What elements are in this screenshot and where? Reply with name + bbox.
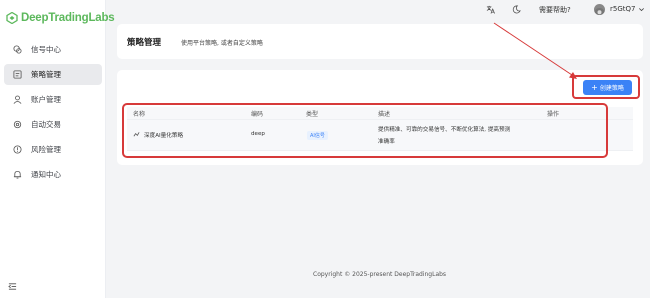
user-icon: [13, 95, 22, 104]
sidebar-item-signals[interactable]: 信号中心: [4, 39, 102, 60]
help-link[interactable]: 需要帮助?: [539, 5, 571, 15]
risk-icon: [13, 145, 22, 154]
brand-name: DeepTradingLabs: [21, 12, 115, 24]
sidebar-item-label: 通知中心: [31, 170, 61, 179]
moon-icon[interactable]: [512, 5, 521, 14]
auto-trade-icon: [13, 120, 22, 129]
annotation-highlight-table: [122, 103, 608, 158]
logo-icon: [6, 12, 18, 24]
top-bar: 需要帮助? r5GtQ7: [107, 0, 650, 20]
collapse-sidebar-icon[interactable]: [8, 282, 17, 291]
sidebar-item-label: 策略管理: [31, 70, 61, 79]
sidebar-item-auto-trade[interactable]: 自动交易: [4, 114, 102, 135]
avatar[interactable]: [594, 4, 605, 15]
username[interactable]: r5GtQ7: [610, 5, 635, 13]
sidebar-item-label: 自动交易: [31, 120, 61, 129]
page-header-card: 策略管理 使用平台策略, 或者自定义策略: [117, 24, 643, 59]
signal-icon: [13, 45, 22, 54]
sidebar-item-risk[interactable]: 风险管理: [4, 139, 102, 160]
page-title: 策略管理: [127, 38, 162, 48]
strategy-icon: [13, 70, 22, 79]
sidebar-item-label: 风险管理: [31, 145, 61, 154]
sidebar-nav: 信号中心 策略管理 账户管理 自动交易 风险管理 通知中心: [0, 39, 106, 189]
footer-copyright: Copyright © 2025-present DeepTradingLabs: [313, 271, 447, 278]
chevron-down-icon[interactable]: [638, 6, 645, 13]
sidebar-item-accounts[interactable]: 账户管理: [4, 89, 102, 110]
avatar-icon: [594, 8, 605, 15]
sidebar-item-label: 账户管理: [31, 95, 61, 104]
annotation-highlight-create-button: [572, 75, 640, 99]
brand-logo[interactable]: DeepTradingLabs: [6, 12, 115, 24]
sidebar-item-notifications[interactable]: 通知中心: [4, 164, 102, 185]
translate-icon[interactable]: [486, 5, 495, 14]
sidebar-item-strategy[interactable]: 策略管理: [4, 64, 102, 85]
sidebar: DeepTradingLabs 信号中心 策略管理 账户管理 自动交易 风险管理…: [0, 0, 115, 298]
sidebar-item-label: 信号中心: [31, 45, 61, 54]
page-subtitle: 使用平台策略, 或者自定义策略: [181, 40, 263, 47]
bell-icon: [13, 170, 22, 179]
